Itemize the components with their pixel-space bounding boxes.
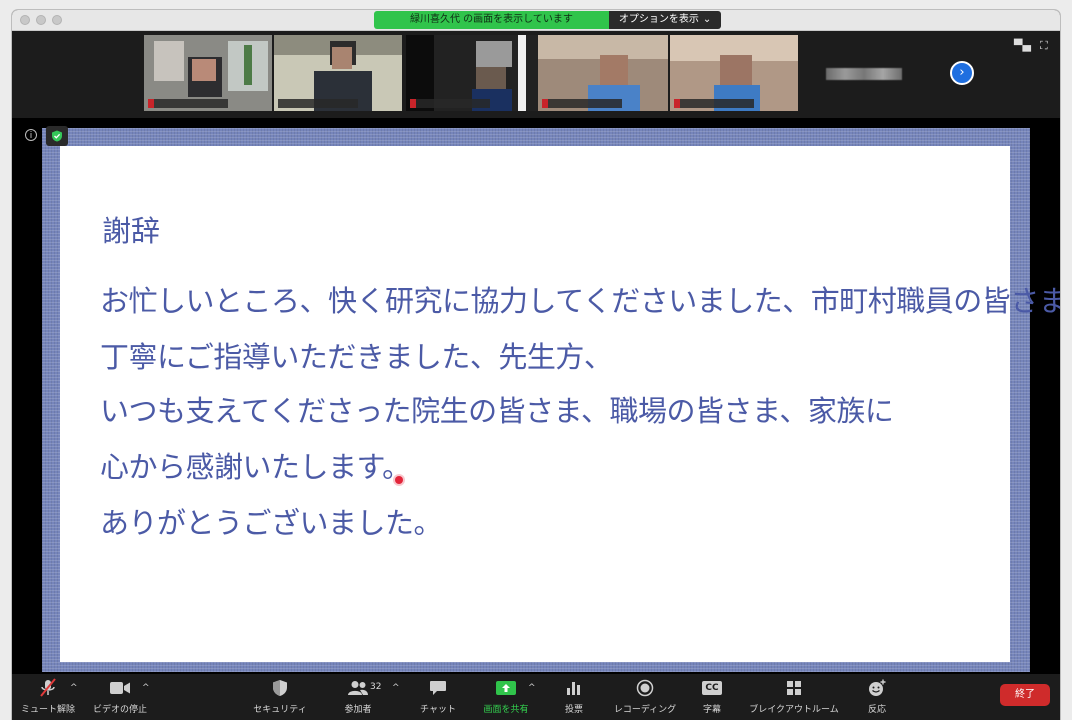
shield-check-icon xyxy=(52,130,62,142)
recording-button[interactable]: レコーディング xyxy=(612,676,678,715)
chevron-down-icon: ⌄ xyxy=(702,14,712,25)
participant-name xyxy=(674,99,754,108)
cc-icon: CC xyxy=(702,681,722,695)
slide-line: ありがとうございました。 xyxy=(100,506,443,540)
slide-line: お忙しいところ、快く研究に協力してくださいました、市町村職員の皆さま、 xyxy=(100,284,1060,318)
shield-icon xyxy=(273,680,287,696)
view-options-button[interactable]: オプションを表示 ⌄ xyxy=(608,11,722,29)
next-page-button[interactable]: › xyxy=(950,61,974,85)
muted-mic-icon xyxy=(410,99,416,108)
share-screen-button[interactable]: 画面を共有 xyxy=(478,676,534,715)
info-icon[interactable]: i xyxy=(25,129,37,141)
chevron-right-icon: › xyxy=(959,65,965,80)
zoom-window-button[interactable] xyxy=(52,15,62,25)
chat-label: チャット xyxy=(420,705,456,715)
polls-label: 投票 xyxy=(564,705,583,715)
participant-gallery: › ▀▄ ⛶ xyxy=(12,31,1060,118)
slide-frame: 謝辞 お忙しいところ、快く研究に協力してくださいました、市町村職員の皆さま、 丁… xyxy=(42,128,1060,672)
participant-name xyxy=(278,99,358,108)
participants-options-caret[interactable]: ^ xyxy=(392,683,400,693)
captions-label: 字幕 xyxy=(702,705,721,715)
participant-name-blurred xyxy=(826,68,902,80)
participants-icon xyxy=(348,681,368,695)
video-options-caret[interactable]: ^ xyxy=(142,683,150,693)
participants-label: 参加者 xyxy=(344,705,372,715)
participant-name xyxy=(148,99,228,108)
share-screen-label: 画面を共有 xyxy=(483,705,529,715)
participant-video-tile[interactable] xyxy=(538,35,668,111)
active-speaker-tile[interactable] xyxy=(274,35,402,111)
audio-options-caret[interactable]: ^ xyxy=(70,683,78,693)
zoom-window: 緑川喜久代 の画面を表示しています オプションを表示 ⌄ › ▀▄ ⛶ 謝辞 お… xyxy=(12,10,1060,720)
share-screen-icon xyxy=(496,681,516,695)
slide-line: 心から感謝いたします。 xyxy=(100,450,411,484)
participants-count: 32 xyxy=(370,682,382,692)
encryption-badge[interactable] xyxy=(46,126,68,146)
end-meeting-button[interactable]: 終了 xyxy=(1000,684,1050,706)
participant-name-tile[interactable] xyxy=(808,35,924,111)
view-layout-icon[interactable]: ▀▄ xyxy=(1014,40,1031,51)
captions-button[interactable]: CC 字幕 xyxy=(696,676,728,715)
breakout-rooms-icon xyxy=(787,681,801,695)
slide-heading: 謝辞 xyxy=(102,214,161,248)
breakout-rooms-button[interactable]: ブレイクアウトルーム xyxy=(746,676,842,715)
video-camera-icon xyxy=(110,682,130,694)
reactions-button[interactable]: 反応 xyxy=(862,676,892,715)
stop-video-button[interactable]: ビデオの停止 xyxy=(92,676,148,715)
recording-label: レコーディング xyxy=(613,705,677,715)
meeting-toolbar: ミュート解除 ^ ビデオの停止 ^ セキュリティ 参加者 32 ^ チャット 画… xyxy=(12,674,1060,720)
minimize-window-button[interactable] xyxy=(36,15,46,25)
slide-line: 丁寧にご指導いただきました、先生方、 xyxy=(100,340,613,374)
share-options-caret[interactable]: ^ xyxy=(528,683,536,693)
screen-share-banner: 緑川喜久代 の画面を表示しています オプションを表示 ⌄ xyxy=(374,11,722,29)
slide-line: いつも支えてくださった院生の皆さま、職場の皆さま、家族に xyxy=(100,394,894,428)
share-status-text: 緑川喜久代 の画面を表示しています xyxy=(374,11,609,29)
mic-muted-icon xyxy=(40,678,56,697)
participant-video-tile[interactable] xyxy=(144,35,272,111)
participant-name xyxy=(542,99,622,108)
fullscreen-icon[interactable]: ⛶ xyxy=(1040,40,1052,51)
shared-screen-area: 謝辞 お忙しいところ、快く研究に協力してくださいました、市町村職員の皆さま、 丁… xyxy=(12,118,1060,674)
reactions-label: 反応 xyxy=(867,705,886,715)
muted-mic-icon xyxy=(542,99,548,108)
participant-video-tile[interactable] xyxy=(406,35,538,111)
unmute-button[interactable]: ミュート解除 xyxy=(20,676,76,715)
muted-mic-icon xyxy=(148,99,154,108)
participant-video-tile[interactable] xyxy=(670,35,798,111)
participant-name xyxy=(410,99,490,108)
smiley-plus-icon xyxy=(869,679,886,696)
view-options-label: オプションを表示 xyxy=(618,14,699,25)
chat-icon xyxy=(430,681,446,695)
laser-pointer xyxy=(395,476,403,484)
stop-video-label: ビデオの停止 xyxy=(92,705,147,715)
unmute-label: ミュート解除 xyxy=(20,705,75,715)
shared-slide: 謝辞 お忙しいところ、快く研究に協力してくださいました、市町村職員の皆さま、 丁… xyxy=(60,146,1060,662)
bar-chart-icon xyxy=(567,682,580,695)
breakout-rooms-label: ブレイクアウトルーム xyxy=(749,705,839,715)
polls-button[interactable]: 投票 xyxy=(558,676,590,715)
security-label: セキュリティ xyxy=(253,705,307,715)
record-icon xyxy=(636,679,654,697)
title-bar: 緑川喜久代 の画面を表示しています オプションを表示 ⌄ xyxy=(12,10,1060,31)
chat-button[interactable]: チャット xyxy=(414,676,462,715)
muted-mic-icon xyxy=(674,99,680,108)
close-window-button[interactable] xyxy=(20,15,30,25)
security-button[interactable]: セキュリティ xyxy=(252,676,308,715)
